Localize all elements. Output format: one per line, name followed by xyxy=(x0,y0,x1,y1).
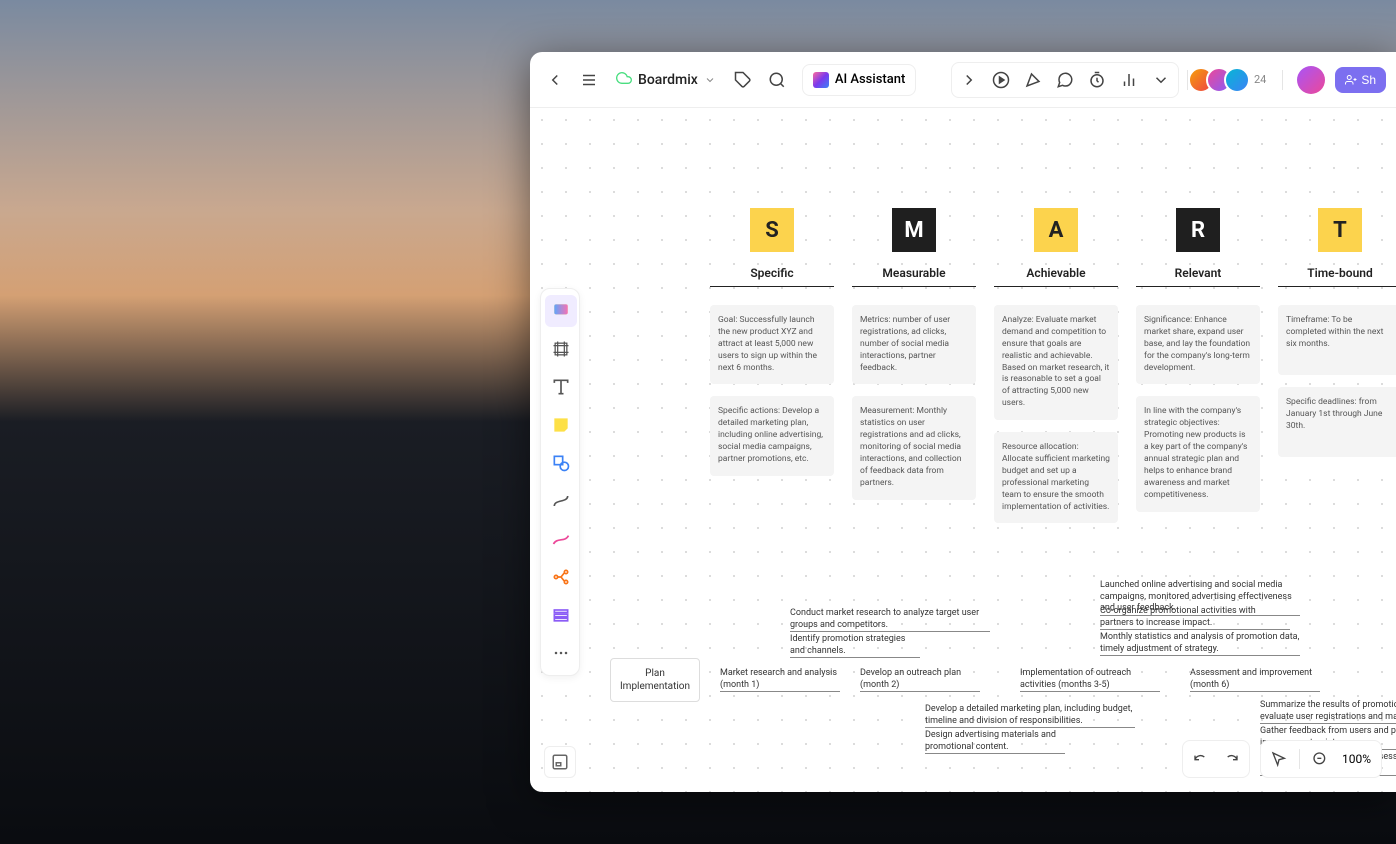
celebrate-tool[interactable] xyxy=(1018,65,1048,95)
mindmap-node[interactable]: Summarize the results of promotional ac … xyxy=(1260,700,1396,724)
frame-tool[interactable] xyxy=(545,333,577,365)
note-card[interactable]: Measurement: Monthly statistics on user … xyxy=(852,396,976,499)
note-card[interactable]: Timeframe: To be completed within the ne… xyxy=(1278,305,1396,375)
cloud-icon xyxy=(616,70,632,90)
mindmap-node[interactable]: Identify promotion strategies and channe… xyxy=(790,634,920,658)
letter-s: S xyxy=(750,208,794,252)
note-card[interactable]: Goal: Successfully launch the new produc… xyxy=(710,305,834,384)
zoom-out-button[interactable] xyxy=(1306,745,1334,773)
ai-assistant-button[interactable]: AI Assistant xyxy=(802,64,916,96)
mindmap-node[interactable]: Develop an outreach plan (month 2) xyxy=(860,668,980,692)
play-tool[interactable] xyxy=(986,65,1016,95)
mindmap-node[interactable]: Monthly statistics and analysis of promo… xyxy=(1100,632,1300,656)
letter-r: R xyxy=(1176,208,1220,252)
avatar-count: 24 xyxy=(1254,73,1266,86)
app-window: Boardmix AI Assistant 24 xyxy=(530,52,1396,792)
letter-a: A xyxy=(1034,208,1078,252)
share-label: Sh xyxy=(1361,73,1376,87)
note-card[interactable]: Specific deadlines: from January 1st thr… xyxy=(1278,387,1396,457)
note-card[interactable]: Significance: Enhance market share, expa… xyxy=(1136,305,1260,384)
mindmap-node[interactable]: Develop a detailed marketing plan, inclu… xyxy=(925,704,1135,728)
expand-tool[interactable] xyxy=(954,65,984,95)
top-tools-group xyxy=(951,62,1179,98)
text-tool[interactable] xyxy=(545,371,577,403)
shape-tool[interactable] xyxy=(545,447,577,479)
note-card[interactable]: Specific actions: Develop a detailed mar… xyxy=(710,396,834,475)
left-toolbar xyxy=(540,288,580,676)
note-card[interactable]: In line with the company's strategic obj… xyxy=(1136,396,1260,511)
letter-t: T xyxy=(1318,208,1362,252)
more-tool[interactable] xyxy=(545,637,577,669)
smart-col-specific[interactable]: S Specific Goal: Successfully launch the… xyxy=(710,208,834,535)
timer-tool[interactable] xyxy=(1082,65,1112,95)
share-button[interactable]: Sh xyxy=(1335,67,1386,93)
board-title-dropdown[interactable]: Boardmix xyxy=(608,64,724,96)
comment-tool[interactable] xyxy=(1050,65,1080,95)
note-card[interactable]: Resource allocation: Allocate sufficient… xyxy=(994,432,1118,523)
ai-assistant-label: AI Assistant xyxy=(835,72,905,87)
avatar xyxy=(1224,67,1250,93)
pen-tool[interactable] xyxy=(545,523,577,555)
minimap-toggle[interactable] xyxy=(544,746,576,778)
cursor-button[interactable] xyxy=(1265,745,1293,773)
connector-tool[interactable] xyxy=(545,485,577,517)
smart-col-achievable[interactable]: A Achievable Analyze: Evaluate market de… xyxy=(994,208,1118,535)
component-tool[interactable] xyxy=(545,599,577,631)
chart-tool[interactable] xyxy=(1114,65,1144,95)
board-title: Boardmix xyxy=(638,72,698,88)
mindmap-node[interactable]: Design advertising materials and promoti… xyxy=(925,730,1065,754)
smart-col-measurable[interactable]: M Measurable Metrics: number of user reg… xyxy=(852,208,976,535)
bottom-right-controls: 100% xyxy=(1182,740,1382,778)
collaborator-avatars[interactable]: 24 xyxy=(1196,67,1266,93)
mindmap-node[interactable]: Conduct market research to analyze targe… xyxy=(790,608,990,632)
canvas[interactable]: S Specific Goal: Successfully launch the… xyxy=(530,108,1396,792)
col-title: Measurable xyxy=(882,266,945,280)
mindmap-node[interactable]: Co-organize promotional activities with … xyxy=(1100,606,1290,630)
topbar: Boardmix AI Assistant 24 xyxy=(530,52,1396,108)
smart-col-timebound[interactable]: T Time-bound Timeframe: To be completed … xyxy=(1278,208,1396,535)
more-tools[interactable] xyxy=(1146,65,1176,95)
note-card[interactable]: Metrics: number of user registrations, a… xyxy=(852,305,976,384)
mindmap-node[interactable]: Implementation of outreach activities (m… xyxy=(1020,668,1160,692)
mindmap-tool[interactable] xyxy=(545,561,577,593)
ai-icon xyxy=(813,72,829,88)
redo-button[interactable] xyxy=(1217,745,1245,773)
col-title: Specific xyxy=(750,266,793,280)
col-title: Achievable xyxy=(1026,266,1085,280)
smart-grid: S Specific Goal: Successfully launch the… xyxy=(710,208,1396,535)
note-card[interactable]: Analyze: Evaluate market demand and comp… xyxy=(994,305,1118,420)
tag-button[interactable] xyxy=(728,65,758,95)
chevron-down-icon xyxy=(704,74,716,86)
zoom-level[interactable]: 100% xyxy=(1336,752,1377,766)
back-button[interactable] xyxy=(540,65,570,95)
minimap-icon xyxy=(551,753,569,771)
search-button[interactable] xyxy=(762,65,792,95)
mindmap-root[interactable]: Plan Implementation xyxy=(610,658,700,702)
current-user-avatar[interactable] xyxy=(1297,66,1325,94)
select-tool[interactable] xyxy=(545,295,577,327)
col-title: Relevant xyxy=(1175,266,1222,280)
mindmap-node[interactable]: Assessment and improvement (month 6) xyxy=(1190,668,1320,692)
col-title: Time-bound xyxy=(1307,266,1372,280)
letter-m: M xyxy=(892,208,936,252)
sticky-note-tool[interactable] xyxy=(545,409,577,441)
mindmap-node[interactable]: Market research and analysis (month 1) xyxy=(720,668,840,692)
smart-col-relevant[interactable]: R Relevant Significance: Enhance market … xyxy=(1136,208,1260,535)
undo-button[interactable] xyxy=(1187,745,1215,773)
menu-button[interactable] xyxy=(574,65,604,95)
share-icon xyxy=(1345,74,1357,86)
